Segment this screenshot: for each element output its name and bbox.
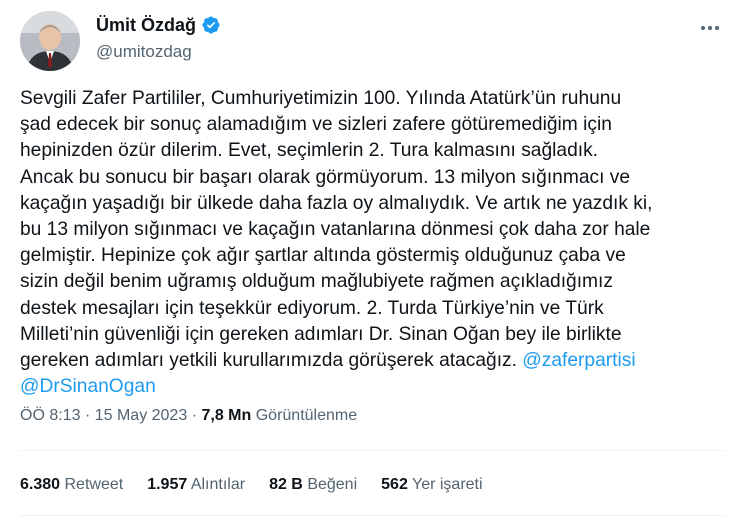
likes-label: Beğeni (307, 476, 358, 493)
quotes-label: Alıntılar (190, 476, 246, 493)
tweet-meta: ÖÖ 8:13 · 15 May 2023 · 7,8 Mn Görüntüle… (20, 407, 357, 425)
avatar[interactable] (20, 11, 80, 71)
likes-stat[interactable]: 82 B Beğeni (269, 476, 357, 494)
more-dot (708, 26, 712, 30)
more-dot (715, 26, 719, 30)
more-options-icon[interactable] (695, 16, 725, 40)
more-dot (701, 26, 705, 30)
bookmarks-label: Yer işareti (412, 476, 483, 493)
tweet-card: Ümit Özdağ @umitozdag Sevgili Zafer Part… (0, 0, 745, 520)
meta-separator: · (191, 407, 198, 424)
tweet-header: Ümit Özdağ @umitozdag (20, 10, 725, 71)
bookmarks-stat[interactable]: 562 Yer işareti (381, 476, 482, 494)
mention-drsinanogan[interactable]: @DrSinanOgan (20, 376, 156, 397)
divider (20, 450, 725, 451)
avatar-image (20, 11, 80, 71)
tweet-text: Sevgili Zafer Partililer, Cumhuriyetimiz… (20, 86, 720, 400)
tweet-text-body: Sevgili Zafer Partililer, Cumhuriyetimiz… (20, 88, 653, 372)
mention-zaferpartisi[interactable]: @zaferpartisi (522, 350, 635, 371)
quotes-stat[interactable]: 1.957 Alıntılar (147, 476, 245, 494)
bookmarks-count: 562 (381, 476, 408, 493)
retweets-label: Retweet (64, 476, 124, 493)
tweet-date[interactable]: 15 May 2023 (95, 407, 188, 424)
retweets-count: 6.380 (20, 476, 61, 493)
display-name-row: Ümit Özdağ (96, 12, 221, 38)
likes-count: 82 B (269, 476, 303, 493)
views-label: Görüntülenme (255, 407, 358, 424)
display-name[interactable]: Ümit Özdağ (96, 15, 196, 36)
author-handle[interactable]: @umitozdag (96, 42, 221, 62)
divider (20, 515, 725, 516)
views-count[interactable]: 7,8 Mn (201, 407, 251, 424)
meta-separator: · (84, 407, 91, 424)
engagement-stats: 6.380 Retweet 1.957 Alıntılar 82 B Beğen… (20, 476, 483, 494)
verified-badge-icon (201, 15, 221, 35)
quotes-count: 1.957 (147, 476, 188, 493)
retweets-stat[interactable]: 6.380 Retweet (20, 476, 123, 494)
author-names: Ümit Özdağ @umitozdag (96, 12, 221, 62)
tweet-time[interactable]: ÖÖ 8:13 (20, 407, 80, 424)
